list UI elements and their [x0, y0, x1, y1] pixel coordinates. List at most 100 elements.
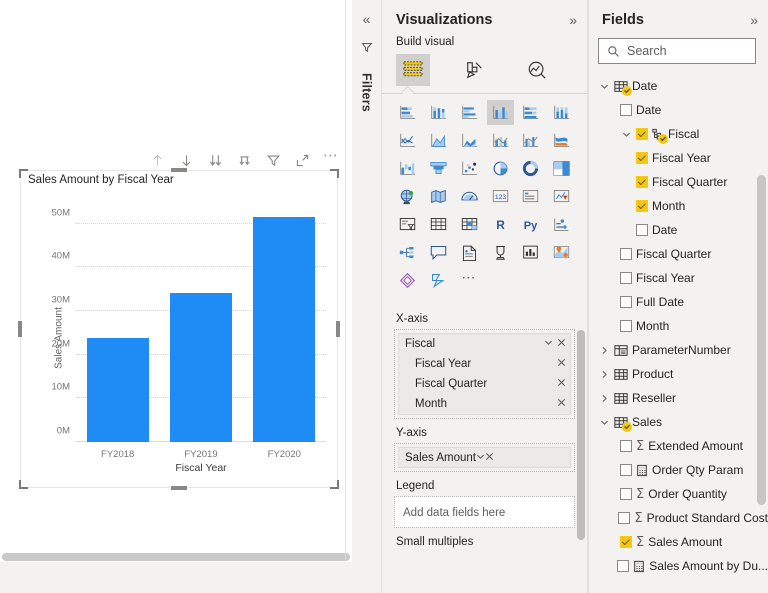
map-icon[interactable] [394, 184, 421, 209]
chevron-right-icon[interactable] [598, 394, 610, 403]
fields-vertical-scrollbar[interactable] [757, 175, 766, 505]
bar-FY2018[interactable] [86, 338, 149, 442]
slicer-icon[interactable] [394, 212, 421, 237]
matrix-icon[interactable] [456, 212, 483, 237]
metrics-icon[interactable] [517, 240, 544, 265]
resize-handle-bottom[interactable] [171, 486, 187, 490]
selection-corner-top-left[interactable] [19, 169, 28, 178]
chip-remove-icon[interactable] [557, 398, 566, 410]
field-checkbox[interactable] [636, 200, 648, 212]
python-visual-icon[interactable]: Py [517, 212, 544, 237]
q-and-a-icon[interactable] [425, 240, 452, 265]
field-checkbox[interactable] [636, 128, 648, 140]
well-chip-fiscal-year[interactable]: Fiscal Year [399, 354, 570, 374]
more-visuals-icon[interactable]: ⋯ [456, 268, 483, 293]
narrative-icon[interactable] [456, 240, 483, 265]
fields-tree-item-fiscal-quarter[interactable]: Fiscal Quarter [588, 170, 768, 194]
drill-down-icon[interactable] [177, 151, 195, 169]
waterfall-chart-icon[interactable] [394, 156, 421, 181]
well-dropzone-x-axis[interactable]: Fiscal Fiscal Year Fiscal Quarter Month [394, 329, 575, 419]
field-checkbox[interactable] [620, 464, 632, 476]
bar-chart-visual[interactable]: Sales Amount by Fiscal Year Sales Amount… [18, 168, 340, 490]
field-checkbox[interactable] [636, 176, 648, 188]
filters-pane-collapsed[interactable]: « Filters [352, 0, 382, 593]
field-checkbox[interactable] [636, 224, 648, 236]
multi-row-card-icon[interactable] [517, 184, 544, 209]
selection-corner-bottom-left[interactable] [19, 480, 28, 489]
fields-tree-item-full-date[interactable]: Full Date [588, 290, 768, 314]
arcgis-maps-icon[interactable] [548, 240, 575, 265]
well-dropzone-legend[interactable]: Add data fields here [394, 496, 575, 528]
funnel-chart-icon[interactable] [425, 156, 452, 181]
filter-icon[interactable] [264, 151, 282, 169]
fields-tree-item-month[interactable]: Month [588, 194, 768, 218]
chevron-right-icon[interactable] [598, 370, 610, 379]
field-checkbox[interactable] [620, 488, 632, 500]
line-and-stacked-column-chart-icon[interactable] [487, 128, 514, 153]
expand-all-down-icon[interactable] [235, 151, 253, 169]
field-checkbox[interactable] [620, 320, 632, 332]
fields-tree-item-product-standard-cost[interactable]: Σ Product Standard Cost [588, 506, 768, 530]
selection-corner-bottom-right[interactable] [330, 480, 339, 489]
100-percent-stacked-bar-chart-icon[interactable] [517, 100, 544, 125]
fields-tree-item-reseller[interactable]: Reseller [588, 386, 768, 410]
field-checkbox[interactable] [620, 248, 632, 260]
fields-tree-item-order-quantity[interactable]: Σ Order Quantity [588, 482, 768, 506]
100-percent-stacked-column-chart-icon[interactable] [548, 100, 575, 125]
focus-mode-icon[interactable] [293, 151, 311, 169]
field-checkbox[interactable] [620, 440, 632, 452]
key-influencers-icon[interactable] [548, 212, 575, 237]
power-automate-icon[interactable] [425, 268, 452, 293]
clustered-column-chart-icon[interactable] [486, 100, 514, 125]
r-script-visual-icon[interactable]: R [487, 212, 514, 237]
selection-corner-top-right[interactable] [330, 169, 339, 178]
visualizations-vertical-scrollbar[interactable] [577, 330, 585, 540]
fields-tree-item-fiscal[interactable]: Fiscal [588, 122, 768, 146]
fields-tree-item-date[interactable]: Date [588, 218, 768, 242]
fields-tree-item-extended-amount[interactable]: Σ Extended Amount [588, 434, 768, 458]
azure-map-icon[interactable] [456, 184, 483, 209]
field-checkbox[interactable] [620, 104, 632, 116]
kpi-icon[interactable] [548, 184, 575, 209]
chip-dropdown-icon[interactable] [476, 452, 485, 464]
chevron-down-icon[interactable] [620, 130, 632, 139]
stacked-column-chart-icon[interactable] [425, 100, 452, 125]
chevron-down-icon[interactable] [598, 418, 610, 427]
ribbon-chart-icon[interactable] [548, 128, 575, 153]
fields-tree-item-order-qty-param[interactable]: Order Qty Param [588, 458, 768, 482]
field-checkbox[interactable] [620, 296, 632, 308]
field-checkbox[interactable] [620, 272, 632, 284]
resize-handle-left[interactable] [18, 321, 22, 337]
well-chip-fiscal[interactable]: Fiscal [399, 334, 570, 354]
analytics-tab[interactable] [520, 54, 554, 86]
chip-remove-icon[interactable] [485, 452, 494, 464]
chip-remove-icon[interactable] [557, 338, 566, 350]
field-checkbox[interactable] [618, 512, 631, 524]
stacked-area-chart-icon[interactable] [456, 128, 483, 153]
field-checkbox[interactable] [620, 536, 632, 548]
fields-tree-item-fiscal-year[interactable]: Fiscal Year [588, 266, 768, 290]
pie-chart-icon[interactable] [487, 156, 514, 181]
field-checkbox[interactable] [636, 152, 648, 164]
table-icon[interactable] [425, 212, 452, 237]
chevron-right-icon[interactable] [598, 346, 610, 355]
scatter-chart-icon[interactable] [456, 156, 483, 181]
resize-handle-right[interactable] [336, 321, 340, 337]
well-chip-sales-amount[interactable]: Sales Amount [398, 447, 571, 468]
format-visual-tab[interactable] [458, 54, 492, 86]
chevron-down-icon[interactable] [598, 82, 610, 91]
build-visual-tab[interactable] [396, 54, 430, 86]
bar-FY2019[interactable] [169, 292, 232, 442]
fields-tree-item-date[interactable]: Date [588, 74, 768, 98]
fields-tree-item-sales[interactable]: Sales [588, 410, 768, 434]
well-chip-month[interactable]: Month [399, 394, 570, 414]
chip-remove-icon[interactable] [557, 358, 566, 370]
paginated-report-icon[interactable] [487, 240, 514, 265]
donut-chart-icon[interactable] [517, 156, 544, 181]
chip-dropdown-icon[interactable] [544, 338, 553, 350]
field-checkbox[interactable] [617, 560, 630, 572]
line-chart-icon[interactable] [394, 128, 421, 153]
clustered-bar-chart-icon[interactable] [456, 100, 483, 125]
decomposition-tree-icon[interactable] [394, 240, 421, 265]
treemap-icon[interactable] [548, 156, 575, 181]
